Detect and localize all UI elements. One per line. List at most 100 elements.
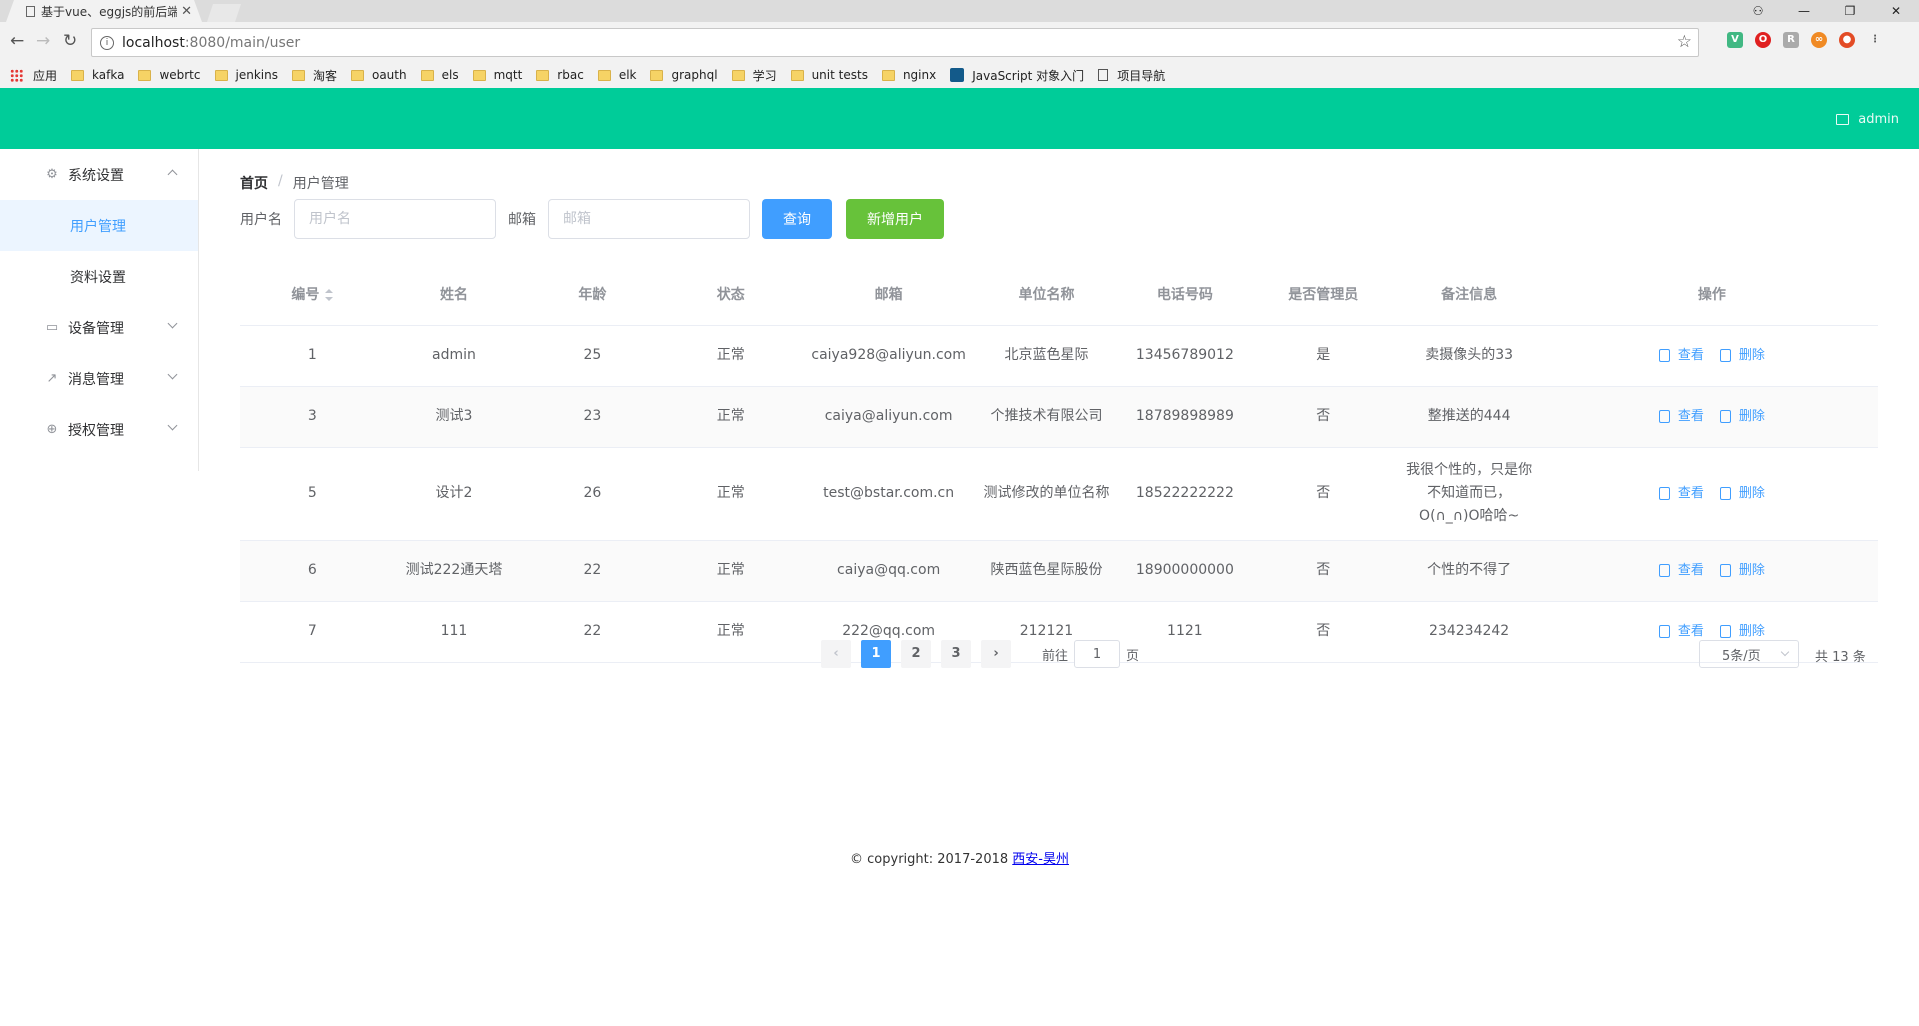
breadcrumb-home[interactable]: 首页 — [240, 173, 268, 193]
page-size-select[interactable]: 5条/页 — [1699, 640, 1799, 668]
restore-button[interactable]: ❐ — [1827, 4, 1873, 18]
cell-actions: 查看 删除 — [1545, 325, 1878, 387]
forward-arrow-icon[interactable]: → — [36, 31, 50, 51]
vue-devtools-icon[interactable]: V — [1727, 32, 1743, 48]
username-input[interactable] — [294, 199, 496, 239]
bookmark-item[interactable]: rbac — [536, 68, 584, 82]
bookmark-item[interactable]: unit tests — [790, 68, 868, 82]
opera-icon[interactable]: O — [1755, 32, 1771, 48]
new-tab-button[interactable] — [207, 4, 241, 22]
goto-label: 前往 — [1042, 648, 1069, 664]
trash-icon — [1719, 625, 1731, 638]
chevron-down-icon — [167, 369, 178, 380]
bookmark-label: JavaScript 对象入门 — [972, 68, 1085, 83]
minimize-button[interactable]: — — [1781, 4, 1827, 18]
bookmark-item[interactable]: mqtt — [472, 68, 522, 82]
email-label: 邮箱 — [508, 212, 536, 228]
cell-remark: 234234242 — [1392, 601, 1546, 663]
extensions: V O R ∞ ● ⋮ — [1727, 32, 1883, 48]
trash-icon — [1719, 487, 1731, 500]
folder-icon — [536, 69, 550, 81]
bookmark-item[interactable]: JavaScript 对象入门 — [950, 67, 1084, 84]
globe-icon: ⊕ — [46, 421, 58, 437]
cell-actions: 查看 删除 — [1545, 447, 1878, 541]
menu-system-settings[interactable]: ⚙ 系统设置 — [0, 149, 198, 200]
bookmark-item[interactable]: kafka — [71, 68, 124, 82]
info-icon[interactable]: i — [100, 35, 114, 50]
back-arrow-icon[interactable]: ← — [10, 31, 24, 51]
sort-icon[interactable] — [325, 289, 334, 302]
close-window-button[interactable]: ✕ — [1873, 4, 1919, 18]
delete-button[interactable]: 删除 — [1719, 344, 1765, 367]
column-header: 操作 — [1545, 264, 1878, 326]
browser-tabbar: 基于vue、eggjs的前后端 ✕ ⚇ — ❐ ✕ — [0, 0, 1919, 22]
sidebar: ⚙ 系统设置 用户管理 资料设置 ▭ 设备管理 ↗ 消息管理 ⊕ 授权管理 — [0, 149, 199, 471]
bookmark-item[interactable]: graphql — [650, 68, 718, 82]
extension-icon[interactable]: ● — [1839, 32, 1855, 48]
bookmark-item[interactable]: nginx — [881, 68, 936, 82]
bookmark-item[interactable]: els — [420, 68, 459, 82]
cell-name: 设计2 — [384, 447, 524, 541]
cell-remark: 我很个性的，只是你不知道而已，O(∩_∩)O哈哈~ — [1392, 447, 1546, 541]
query-button[interactable]: 查询 — [762, 199, 832, 239]
bookmark-label: 淘客 — [312, 68, 337, 83]
js-icon — [950, 68, 965, 82]
submenu-user-management[interactable]: 用户管理 — [0, 200, 198, 251]
extension-icon[interactable]: R — [1783, 32, 1799, 48]
column-header: 邮箱 — [800, 264, 978, 326]
delete-button[interactable]: 删除 — [1719, 482, 1765, 505]
submenu-profile-settings[interactable]: 资料设置 — [0, 251, 198, 302]
user-menu[interactable]: admin — [1836, 112, 1899, 127]
bookmarks-bar: 应用 kafka webrtc jenkins 淘客 oauth els mqtt rbac el… — [0, 62, 1919, 88]
bookmark-label: webrtc — [159, 68, 201, 82]
view-button[interactable]: 查看 — [1658, 405, 1704, 428]
footer-link[interactable]: 西安-昊州 — [1012, 852, 1069, 867]
column-header: 是否管理员 — [1254, 264, 1393, 326]
prev-page-button[interactable]: ‹ — [821, 640, 851, 668]
next-page-button[interactable]: › — [981, 640, 1011, 668]
tab-close-icon[interactable]: ✕ — [181, 4, 192, 19]
search-form: 用户名 邮箱 查询 新增用户 — [240, 199, 958, 239]
delete-button[interactable]: 删除 — [1719, 559, 1765, 582]
bookmark-star-icon[interactable]: ☆ — [1677, 32, 1692, 52]
reload-icon[interactable]: ↻ — [63, 31, 77, 51]
view-button[interactable]: 查看 — [1658, 482, 1704, 505]
cell-company: 陕西蓝色星际股份 — [977, 540, 1116, 602]
bookmark-item[interactable]: 学习 — [731, 67, 777, 84]
bookmark-item[interactable]: oauth — [350, 68, 407, 82]
url-field[interactable]: i localhost :8080/main/user ☆ — [91, 28, 1699, 57]
document-icon — [1658, 564, 1670, 577]
delete-button[interactable]: 删除 — [1719, 405, 1765, 428]
page-button[interactable]: 3 — [941, 640, 971, 668]
column-header[interactable]: 编号 — [240, 264, 385, 326]
menu-icon[interactable]: ⋮ — [1867, 32, 1883, 48]
bookmark-item[interactable]: 项目导航 — [1098, 67, 1165, 84]
bookmark-item[interactable]: elk — [597, 68, 636, 82]
bookmark-item[interactable]: 淘客 — [291, 67, 337, 84]
cell-phone: 18522222222 — [1115, 447, 1255, 541]
view-button[interactable]: 查看 — [1658, 620, 1704, 643]
bookmark-item[interactable]: webrtc — [138, 68, 201, 82]
email-input[interactable] — [548, 199, 750, 239]
cell-status: 正常 — [661, 601, 800, 663]
browser-tab[interactable]: 基于vue、eggjs的前后端 ✕ — [6, 0, 202, 22]
bookmark-item[interactable]: 应用 — [10, 67, 57, 84]
menu-auth-management[interactable]: ⊕ 授权管理 — [0, 404, 198, 455]
extension-icon[interactable]: ∞ — [1811, 32, 1827, 48]
cell-id: 7 — [240, 601, 385, 663]
tab-title: 基于vue、eggjs的前后端 — [41, 4, 178, 19]
bookmark-item[interactable]: jenkins — [214, 68, 278, 82]
profile-icon[interactable]: ⚇ — [1735, 4, 1781, 18]
menu-device-management[interactable]: ▭ 设备管理 — [0, 302, 198, 353]
add-user-button[interactable]: 新增用户 — [846, 199, 944, 239]
page-button[interactable]: 2 — [901, 640, 931, 668]
goto-page-input[interactable] — [1074, 640, 1121, 668]
cell-age: 26 — [523, 447, 662, 541]
view-button[interactable]: 查看 — [1658, 559, 1704, 582]
view-button[interactable]: 查看 — [1658, 344, 1704, 367]
menu-message-management[interactable]: ↗ 消息管理 — [0, 353, 198, 404]
bookmark-label: 学习 — [752, 68, 777, 83]
page-button[interactable]: 1 — [861, 640, 891, 668]
table-row: 1 admin 25 正常 caiya928@aliyun.com 北京蓝色星际 13456… — [240, 325, 1878, 387]
chevron-down-icon — [167, 318, 178, 329]
